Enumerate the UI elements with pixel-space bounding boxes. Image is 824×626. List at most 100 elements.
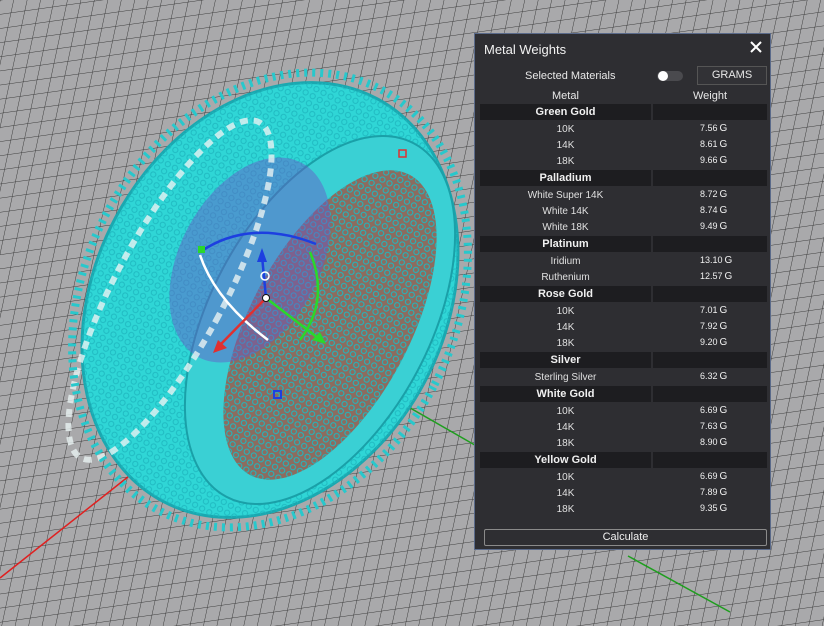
weight-unit: G	[719, 437, 728, 448]
weight-unit: G	[719, 337, 728, 348]
weight-unit: G	[719, 155, 728, 166]
table-row: 18K 9.66 G	[480, 154, 767, 169]
table-row: 10K 6.69 G	[480, 404, 767, 419]
weight-value: 8.74	[700, 205, 718, 215]
group-cell	[653, 452, 767, 468]
group-name: White Gold	[536, 388, 595, 400]
metal-weights-panel: Metal Weights Selected Materials GRAMS M…	[474, 33, 771, 550]
weight-unit: G	[719, 405, 728, 416]
group-name: Platinum	[542, 238, 589, 250]
panel-title: Metal Weights	[484, 42, 567, 57]
weight-cell: 6.69 G	[700, 471, 727, 482]
group-cell	[653, 170, 767, 186]
metal-name: 18K	[556, 156, 575, 167]
weight-unit: G	[719, 321, 728, 332]
weight-unit: G	[724, 255, 733, 266]
table-row: 14K 7.63 G	[480, 420, 767, 435]
close-icon[interactable]	[748, 39, 764, 55]
weight-unit: G	[724, 271, 733, 282]
weight-cell: 12.57 G	[700, 271, 732, 282]
group-cell	[653, 236, 767, 252]
weight-cell: 13.10 G	[700, 255, 732, 266]
group-row: Palladium	[480, 170, 767, 186]
weight-cell: 8.90 G	[700, 437, 727, 448]
weight-cell: 7.56 G	[700, 123, 727, 134]
table-row: 14K 7.89 G	[480, 486, 767, 501]
calculate-button[interactable]: Calculate	[484, 529, 767, 546]
column-header-metal: Metal	[552, 90, 579, 102]
weight-value: 8.90	[700, 437, 718, 447]
weight-value: 13.10	[700, 255, 723, 265]
metal-name: White 18K	[542, 222, 589, 233]
selected-materials-row: Selected Materials GRAMS	[475, 66, 770, 88]
weight-unit: G	[719, 421, 728, 432]
metal-name: 10K	[556, 306, 575, 317]
group-name: Green Gold	[535, 106, 596, 118]
group-name: Rose Gold	[537, 288, 593, 300]
weight-unit: G	[719, 221, 728, 232]
group-row: White Gold	[480, 386, 767, 402]
weight-cell: 9.35 G	[700, 503, 727, 514]
selected-materials-label: Selected Materials	[525, 70, 616, 82]
panel-header: Metal Weights	[475, 34, 770, 64]
table-row: 10K 7.56 G	[480, 122, 767, 137]
weight-value: 6.32	[700, 371, 718, 381]
table-row: 10K 6.69 G	[480, 470, 767, 485]
weight-unit: G	[719, 305, 728, 316]
weight-value: 7.63	[700, 421, 718, 431]
group-name: Yellow Gold	[534, 454, 597, 466]
weight-unit: G	[719, 471, 728, 482]
weight-unit: G	[719, 205, 728, 216]
unit-button[interactable]: GRAMS	[697, 66, 767, 85]
group-row: Green Gold	[480, 104, 767, 120]
metal-name: Ruthenium	[541, 272, 590, 283]
table-row: Iridium 13.10 G	[480, 254, 767, 269]
table-row: 14K 8.61 G	[480, 138, 767, 153]
table-row: Sterling Silver 6.32 G	[480, 370, 767, 385]
table-row: 10K 7.01 G	[480, 304, 767, 319]
group-name: Silver	[550, 354, 581, 366]
metal-name: 18K	[556, 504, 575, 515]
metal-name: 10K	[556, 406, 575, 417]
weight-cell: 7.89 G	[700, 487, 727, 498]
metal-name: 18K	[556, 438, 575, 449]
group-cell	[653, 386, 767, 402]
metal-name: 18K	[556, 338, 575, 349]
table-row: Ruthenium 12.57 G	[480, 270, 767, 285]
table-row: White 14K 8.74 G	[480, 204, 767, 219]
group-cell	[653, 286, 767, 302]
table-row: 18K 9.35 G	[480, 502, 767, 517]
weight-unit: G	[719, 503, 728, 514]
weight-cell: 6.69 G	[700, 405, 727, 416]
weight-value: 9.66	[700, 155, 718, 165]
metal-name: Iridium	[550, 256, 581, 267]
weight-cell: 7.63 G	[700, 421, 727, 432]
group-row: Yellow Gold	[480, 452, 767, 468]
weight-value: 7.56	[700, 123, 718, 133]
group-cell	[653, 104, 767, 120]
weight-value: 9.35	[700, 503, 718, 513]
group-row: Rose Gold	[480, 286, 767, 302]
group-cell	[653, 352, 767, 368]
weight-value: 9.20	[700, 337, 718, 347]
table-row: 14K 7.92 G	[480, 320, 767, 335]
weight-value: 6.69	[700, 471, 718, 481]
weight-cell: 9.20 G	[700, 337, 727, 348]
weight-value: 7.89	[700, 487, 718, 497]
selected-materials-toggle[interactable]	[657, 71, 683, 81]
weight-cell: 9.66 G	[700, 155, 727, 166]
table-row: White Super 14K 8.72 G	[480, 188, 767, 203]
weights-table: Green Gold 10K 7.56 G 14K 8.61 G 18K 9.66 G Pallad…	[480, 104, 767, 518]
metal-name: 14K	[556, 322, 575, 333]
weight-value: 9.49	[700, 221, 718, 231]
metal-name: 14K	[556, 422, 575, 433]
weight-value: 7.01	[700, 305, 718, 315]
weight-cell: 8.74 G	[700, 205, 727, 216]
table-row: 18K 8.90 G	[480, 436, 767, 451]
weight-value: 8.61	[700, 139, 718, 149]
weight-cell: 8.61 G	[700, 139, 727, 150]
weight-cell: 9.49 G	[700, 221, 727, 232]
table-row: White 18K 9.49 G	[480, 220, 767, 235]
weight-cell: 8.72 G	[700, 189, 727, 200]
metal-name: 14K	[556, 488, 575, 499]
